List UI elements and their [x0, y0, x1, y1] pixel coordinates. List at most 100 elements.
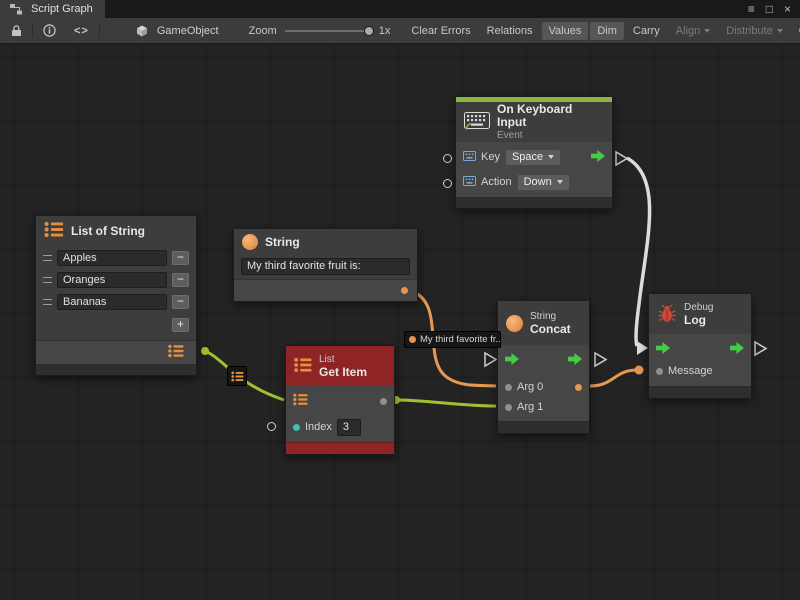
remove-item-button[interactable]: −	[172, 273, 189, 287]
list-value-preview	[227, 366, 247, 386]
index-value-port[interactable]	[267, 422, 276, 431]
string-value-field[interactable]: My third favorite fruit is:	[241, 258, 410, 275]
control-in-port-concat[interactable]	[485, 353, 496, 366]
align-dropdown[interactable]: Align	[669, 22, 717, 40]
control-output-arrow-icon[interactable]	[730, 342, 744, 357]
pane-menu-icon[interactable]: ≡	[748, 0, 755, 18]
node-string-literal[interactable]: String My third favorite fruit is:	[233, 228, 418, 302]
node-on-keyboard-input[interactable]: On Keyboard Input Event Key Space	[455, 96, 613, 209]
control-out-port-keyboard[interactable]	[616, 152, 627, 165]
relations-button[interactable]: Relations	[480, 22, 540, 40]
code-view-icon[interactable]: <>	[74, 25, 89, 37]
chevron-down-icon	[548, 155, 554, 159]
list-item-row: Oranges −	[36, 270, 196, 290]
key-port-row: Key Space	[456, 146, 612, 168]
key-value-port[interactable]	[443, 154, 452, 163]
tab-script-graph[interactable]: Script Graph	[0, 0, 105, 18]
list-input-icon[interactable]	[293, 393, 308, 409]
message-input-port[interactable]	[656, 368, 663, 375]
action-input-icon	[463, 176, 476, 189]
arg1-input-port[interactable]	[505, 404, 512, 411]
graph-canvas[interactable]: On Keyboard Input Event Key Space	[0, 44, 800, 600]
value-dot-icon	[409, 336, 416, 343]
result-output-port[interactable]	[575, 384, 582, 391]
index-field[interactable]: 3	[337, 419, 361, 436]
wire-arrowhead	[637, 341, 648, 355]
node-footer	[36, 364, 196, 375]
list-item-row: Apples −	[36, 248, 196, 268]
key-dropdown[interactable]: Space	[505, 149, 561, 166]
zoom-control: Zoom 1x	[249, 25, 391, 37]
action-dropdown[interactable]: Down	[517, 174, 570, 191]
dim-toggle[interactable]: Dim	[590, 22, 624, 40]
string-output-port[interactable]	[401, 287, 408, 294]
action-value-port[interactable]	[443, 179, 452, 188]
string-type-icon	[506, 315, 523, 332]
graph-owner-selector[interactable]: GameObject	[132, 25, 219, 37]
string-value-preview: My third favorite fr...	[404, 331, 501, 348]
list-output-port[interactable]	[201, 347, 209, 355]
arg0-label: Arg 0	[517, 381, 543, 393]
list-output-icon[interactable]	[168, 344, 184, 361]
zoom-slider-knob[interactable]	[364, 26, 374, 36]
gameobject-label: GameObject	[157, 25, 219, 37]
close-icon[interactable]: ×	[784, 0, 791, 18]
control-output-arrow-icon[interactable]	[568, 353, 582, 368]
list-item-field[interactable]: Apples	[57, 250, 167, 266]
chevron-down-icon	[557, 180, 563, 184]
node-title: String	[265, 235, 300, 249]
maximize-icon[interactable]: □	[766, 0, 773, 18]
node-title: Log	[684, 314, 713, 327]
wire-getitem-to-concat[interactable]	[396, 400, 496, 406]
drag-handle-icon[interactable]	[43, 255, 52, 261]
node-debug-log[interactable]: Debug Log Message	[648, 293, 752, 399]
drag-handle-icon[interactable]	[43, 299, 52, 305]
bug-icon	[657, 303, 677, 326]
list-item-row: Bananas −	[36, 292, 196, 312]
list-icon	[44, 221, 64, 241]
info-icon[interactable]	[43, 24, 56, 37]
control-input-arrow-icon[interactable]	[505, 353, 519, 368]
error-strip	[286, 442, 394, 454]
chevron-down-icon	[704, 29, 710, 33]
item-output-port[interactable]	[380, 398, 387, 405]
message-label: Message	[668, 365, 713, 377]
node-footer	[498, 421, 589, 433]
list-item-field[interactable]: Oranges	[57, 272, 167, 288]
wire-concat-to-log[interactable]	[590, 370, 637, 386]
action-label: Action	[481, 176, 512, 188]
control-input-arrow-icon[interactable]	[656, 342, 670, 357]
carry-button[interactable]: Carry	[626, 22, 667, 40]
remove-item-button[interactable]: −	[172, 295, 189, 309]
window-controls: ≡ □ ×	[748, 0, 800, 18]
tab-bar: Script Graph ≡ □ ×	[0, 0, 800, 18]
key-input-icon	[463, 151, 476, 164]
values-toggle[interactable]: Values	[542, 22, 589, 40]
add-item-button[interactable]: +	[172, 318, 189, 332]
list-item-field[interactable]: Bananas	[57, 294, 167, 310]
list-icon	[294, 357, 312, 376]
node-list-of-string[interactable]: List of String Apples − Oranges − Banana…	[35, 215, 197, 376]
zoom-slider[interactable]	[285, 30, 371, 32]
node-title: Concat	[530, 323, 571, 336]
gameobject-icon	[136, 25, 148, 37]
arg0-input-port[interactable]	[505, 384, 512, 391]
key-label: Key	[481, 151, 500, 163]
list-output-row	[36, 340, 196, 364]
graph-icon	[10, 4, 22, 15]
zoom-label: Zoom	[249, 25, 277, 37]
control-out-port-log[interactable]	[755, 342, 766, 355]
distribute-dropdown[interactable]: Distribute	[719, 22, 789, 40]
control-out-port-concat[interactable]	[595, 353, 606, 366]
message-row: Message	[649, 360, 751, 382]
node-concat[interactable]: String Concat Arg 0	[497, 300, 590, 434]
wire-keyboard-to-log[interactable]	[627, 158, 650, 346]
node-get-item[interactable]: List Get Item Index 3	[285, 345, 395, 455]
remove-item-button[interactable]: −	[172, 251, 189, 265]
clear-errors-button[interactable]: Clear Errors	[404, 22, 477, 40]
drag-handle-icon[interactable]	[43, 277, 52, 283]
overview-button[interactable]: Overv	[792, 22, 800, 40]
index-input-port[interactable]	[293, 424, 300, 431]
lock-icon[interactable]	[11, 24, 22, 37]
control-output-arrow-icon[interactable]	[591, 150, 605, 165]
